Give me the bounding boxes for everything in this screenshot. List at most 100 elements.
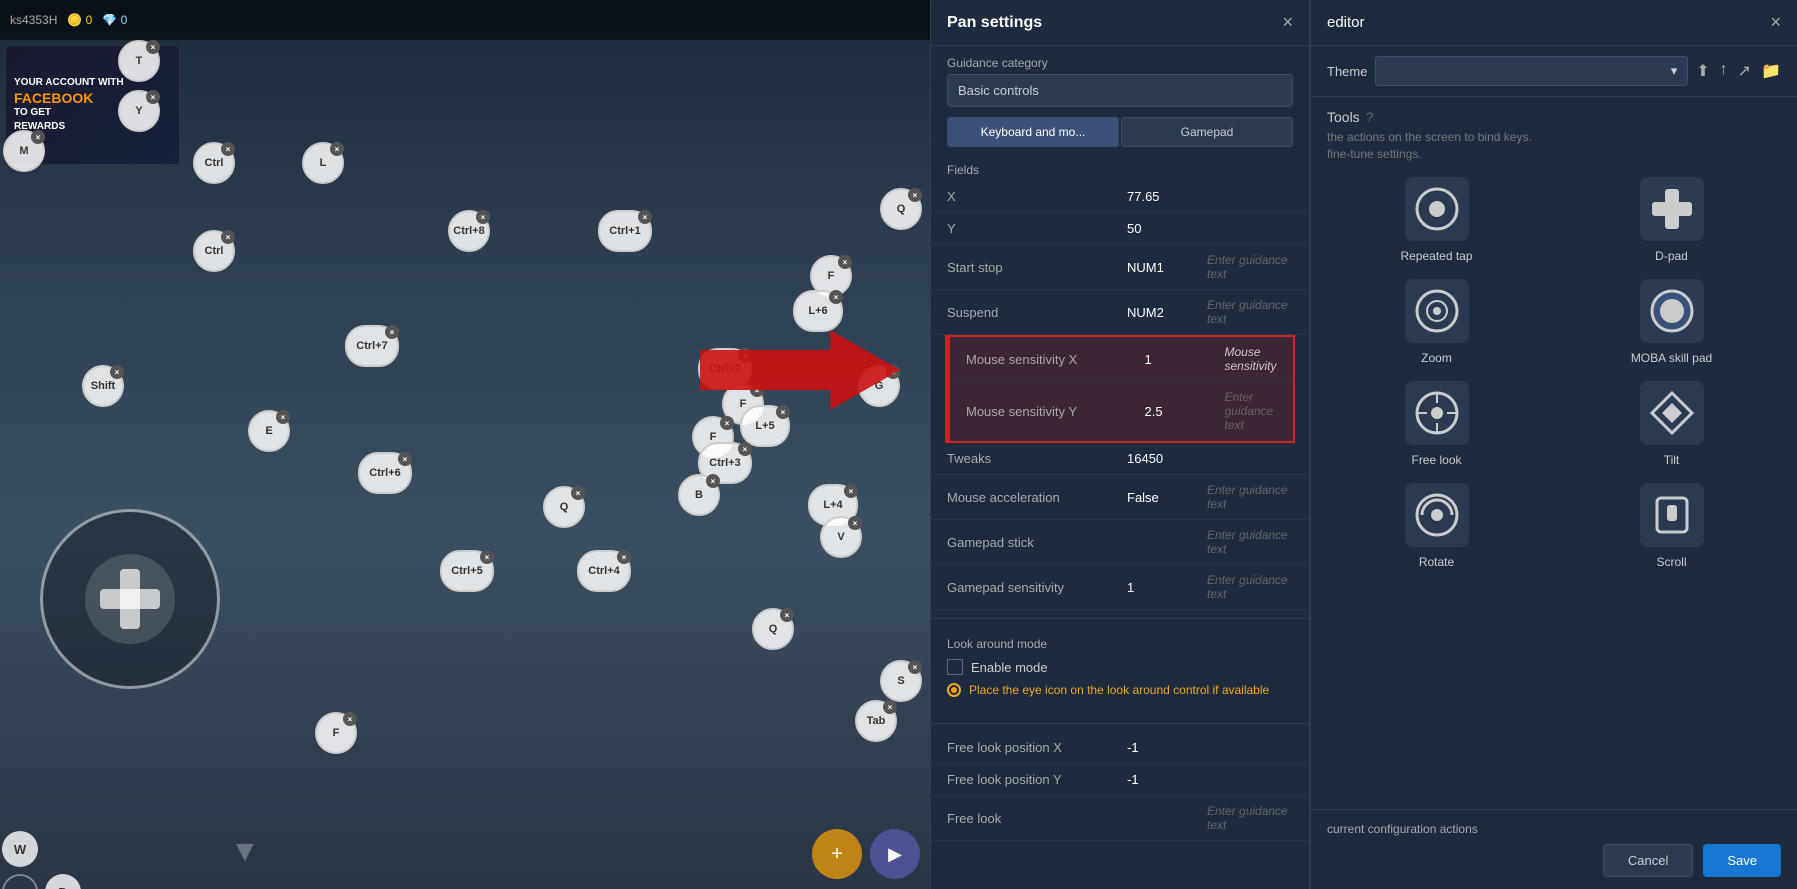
close-icon[interactable]: × [838, 255, 852, 269]
editor-close-button[interactable]: × [1770, 12, 1781, 33]
field-guidance-tweaks [1191, 443, 1309, 475]
close-icon[interactable]: × [31, 130, 45, 144]
key-Ctrl6[interactable]: Ctrl+6× [358, 452, 412, 494]
export-icon[interactable]: ↑ [1720, 61, 1728, 81]
key-Ctrl7[interactable]: Ctrl+7× [345, 325, 399, 367]
key-Ctrl4[interactable]: Ctrl+4× [577, 550, 631, 592]
key-B[interactable]: B× [678, 474, 720, 516]
plus-button[interactable]: + [812, 829, 862, 879]
tab-gamepad[interactable]: Gamepad [1121, 117, 1293, 147]
close-icon[interactable]: × [883, 700, 897, 714]
key-S2[interactable] [2, 874, 38, 889]
close-icon[interactable]: × [908, 660, 922, 674]
moba-icon-box [1640, 279, 1704, 343]
tool-dpad[interactable]: D-pad [1562, 177, 1781, 263]
dpad-icon [1647, 184, 1697, 234]
key-Ctrl1[interactable]: Ctrl× [193, 142, 235, 184]
tab-keyboard-mouse[interactable]: Keyboard and mo... [947, 117, 1119, 147]
radio-eye-icon-row: Place the eye icon on the look around co… [947, 683, 1293, 697]
close-icon[interactable]: × [276, 410, 290, 424]
account-id: ks4353H [10, 13, 57, 27]
tool-zoom[interactable]: Zoom [1327, 279, 1546, 365]
upload-cloud-icon[interactable]: ⬆ [1696, 61, 1709, 81]
red-arrow-indicator [700, 330, 900, 410]
arrow-button[interactable]: ▶ [870, 829, 920, 879]
key-Q1[interactable]: Q× [880, 188, 922, 230]
close-icon[interactable]: × [571, 486, 585, 500]
close-icon[interactable]: × [720, 416, 734, 430]
close-icon[interactable]: × [848, 516, 862, 530]
key-Shift[interactable]: Shift× [82, 365, 124, 407]
key-E[interactable]: E× [248, 410, 290, 452]
tool-rotate[interactable]: Rotate [1327, 483, 1546, 569]
key-Ctrl5[interactable]: Ctrl+5× [440, 550, 494, 592]
key-Ctrl2[interactable]: Ctrl× [193, 230, 235, 272]
tool-repeated-tap[interactable]: Repeated tap [1327, 177, 1546, 263]
key-V[interactable]: V× [820, 516, 862, 558]
close-icon[interactable]: × [330, 142, 344, 156]
tool-scroll[interactable]: Scroll [1562, 483, 1781, 569]
key-Tab[interactable]: Tab× [855, 700, 897, 742]
close-icon[interactable]: × [706, 474, 720, 488]
close-icon[interactable]: × [638, 210, 652, 224]
key-M[interactable]: M× [3, 130, 45, 172]
key-L6[interactable]: L+6× [793, 290, 843, 332]
key-F4[interactable]: F× [315, 712, 357, 754]
close-icon[interactable]: × [476, 210, 490, 224]
field-value-startstop: NUM1 [1111, 245, 1191, 290]
close-icon[interactable]: × [738, 442, 752, 456]
close-icon[interactable]: × [146, 90, 160, 104]
key-Q3[interactable]: Q× [752, 608, 794, 650]
guidance-category-input[interactable]: Basic controls [947, 74, 1293, 107]
save-button[interactable]: Save [1703, 844, 1781, 877]
tool-tilt[interactable]: Tilt [1562, 381, 1781, 467]
field-row-mouse-accel: Mouse acceleration False Enter guidance … [931, 475, 1309, 520]
field-name-mouse-accel: Mouse acceleration [931, 475, 1111, 520]
key-Ctrl1b[interactable]: Ctrl+1× [598, 210, 652, 252]
theme-dropdown[interactable]: ▾ [1375, 56, 1688, 86]
close-icon[interactable]: × [110, 365, 124, 379]
field-value-freelook-x: -1 [1111, 732, 1191, 764]
enable-mode-checkbox[interactable] [947, 659, 963, 675]
field-guidance-mouse-sens-y: Enter guidance text [1209, 382, 1294, 441]
tilt-icon-box [1640, 381, 1704, 445]
help-circle-icon[interactable]: ? [1366, 109, 1374, 125]
field-row-freelook-y: Free look position Y -1 [931, 764, 1309, 796]
game-top-bar: ks4353H 🪙 0 💎 0 [0, 0, 930, 40]
key-T[interactable]: T× [118, 40, 160, 82]
scroll-icon [1647, 490, 1697, 540]
tool-freelook[interactable]: Free look [1327, 381, 1546, 467]
close-icon[interactable]: × [844, 484, 858, 498]
close-icon[interactable]: × [829, 290, 843, 304]
close-icon[interactable]: × [617, 550, 631, 564]
close-icon[interactable]: × [343, 712, 357, 726]
pan-settings-close-button[interactable]: × [1282, 12, 1293, 33]
key-D[interactable]: D [45, 874, 81, 889]
moba-skill-icon [1647, 286, 1697, 336]
close-icon[interactable]: × [146, 40, 160, 54]
field-row-gamepad-stick: Gamepad stick Enter guidance text [931, 520, 1309, 565]
key-Y[interactable]: Y× [118, 90, 160, 132]
key-S[interactable]: S× [880, 660, 922, 702]
share-icon[interactable]: ↗ [1738, 61, 1751, 81]
cancel-button[interactable]: Cancel [1603, 844, 1693, 877]
key-L5[interactable]: L+5× [740, 405, 790, 447]
radio-eye-icon[interactable] [947, 683, 961, 697]
close-icon[interactable]: × [221, 142, 235, 156]
tools-section: Tools ? the actions on the screen to bin… [1311, 97, 1797, 581]
keyboard-gamepad-tabs: Keyboard and mo... Gamepad [947, 117, 1293, 147]
close-icon[interactable]: × [908, 188, 922, 202]
close-icon[interactable]: × [398, 452, 412, 466]
folder-icon[interactable]: 📁 [1761, 61, 1781, 81]
key-Q2[interactable]: Q× [543, 486, 585, 528]
key-L[interactable]: L× [302, 142, 344, 184]
close-icon[interactable]: × [780, 608, 794, 622]
close-icon[interactable]: × [480, 550, 494, 564]
key-W[interactable]: W [2, 831, 38, 867]
tool-moba[interactable]: MOBA skill pad [1562, 279, 1781, 365]
field-row-freelook-x: Free look position X -1 [931, 732, 1309, 764]
joystick[interactable] [40, 509, 220, 689]
close-icon[interactable]: × [385, 325, 399, 339]
key-Ctrl8[interactable]: Ctrl+8× [448, 210, 490, 252]
close-icon[interactable]: × [221, 230, 235, 244]
